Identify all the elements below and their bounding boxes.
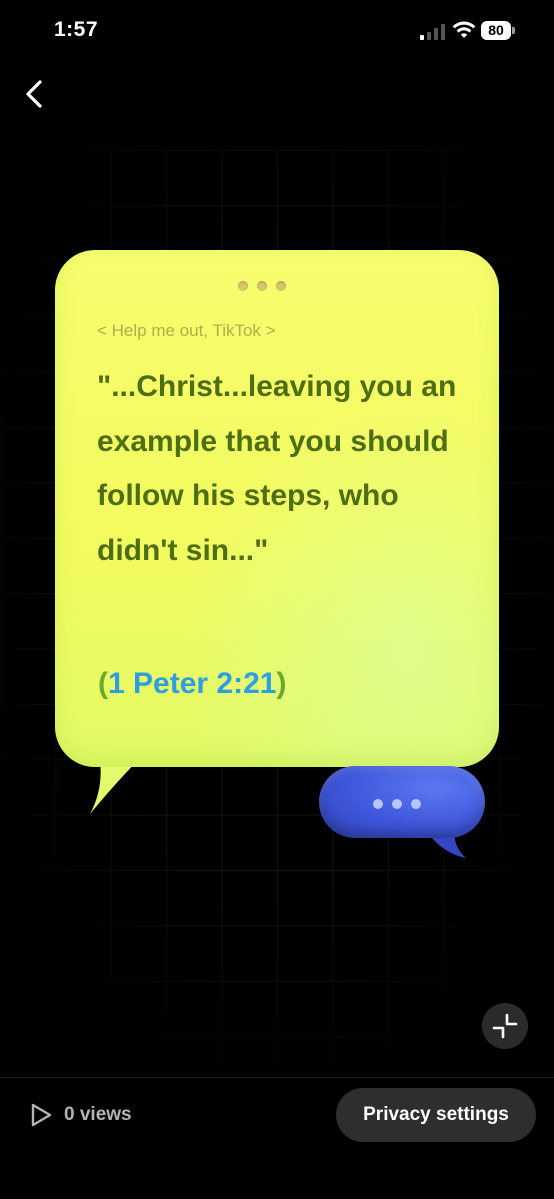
signal-icon — [420, 24, 445, 40]
minimize-icon — [492, 1013, 518, 1039]
back-button[interactable] — [14, 72, 54, 116]
views-count: 0 views — [28, 1100, 132, 1130]
reference-open-paren: ( — [98, 667, 108, 700]
status-bar: 1:57 80 — [0, 0, 554, 60]
collapse-button[interactable] — [482, 1003, 528, 1049]
bubble-subtitle: < Help me out, TikTok > — [97, 321, 276, 340]
wifi-icon — [452, 21, 476, 38]
scripture-reference: (1 Peter 2:21) — [98, 667, 286, 701]
bubble-dots-icon — [238, 278, 298, 292]
views-label: 0 views — [64, 1104, 132, 1125]
status-time: 1:57 — [54, 18, 99, 41]
typing-dots-icon — [373, 796, 433, 809]
footer-divider — [0, 1077, 554, 1078]
chevron-left-icon — [26, 80, 42, 108]
battery-icon: 80 — [481, 21, 511, 40]
battery-tip — [512, 27, 515, 34]
quote-text: "...Christ...leaving you an example that… — [97, 370, 457, 567]
reference-close-paren: ) — [276, 667, 287, 700]
play-icon — [31, 1103, 52, 1127]
privacy-settings-button[interactable]: Privacy settings — [336, 1088, 536, 1142]
reference-link[interactable]: 1 Peter 2:21 — [108, 667, 276, 700]
